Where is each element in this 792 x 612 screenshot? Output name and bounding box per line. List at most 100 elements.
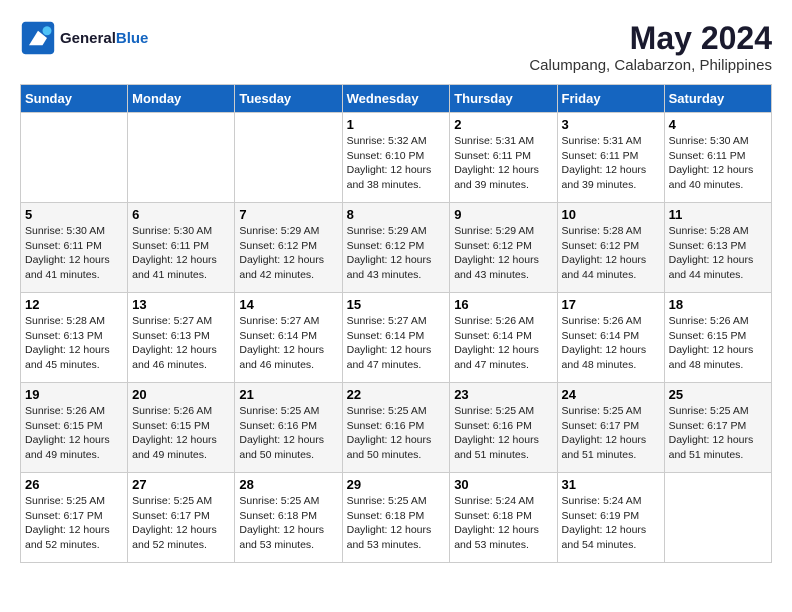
day-info: Sunrise: 5:31 AMSunset: 6:11 PMDaylight:… [562,134,660,193]
calendar-table: Sunday Monday Tuesday Wednesday Thursday… [20,84,772,563]
calendar-cell [21,113,128,203]
day-info: Sunrise: 5:24 AMSunset: 6:19 PMDaylight:… [562,494,660,553]
day-number: 13 [132,297,230,312]
day-number: 30 [454,477,552,492]
header-thursday: Thursday [450,85,557,113]
day-number: 21 [239,387,337,402]
calendar-cell: 31Sunrise: 5:24 AMSunset: 6:19 PMDayligh… [557,473,664,563]
logo-icon [20,20,56,56]
day-info: Sunrise: 5:26 AMSunset: 6:15 PMDaylight:… [25,404,123,463]
day-info: Sunrise: 5:25 AMSunset: 6:17 PMDaylight:… [562,404,660,463]
day-info: Sunrise: 5:24 AMSunset: 6:18 PMDaylight:… [454,494,552,553]
header-saturday: Saturday [664,85,771,113]
calendar-cell: 17 Sunrise: 5:26 AMSunset: 6:14 PMDayligh… [557,293,664,383]
day-number: 18 [669,297,767,312]
calendar-cell [128,113,235,203]
calendar-cell: 7 Sunrise: 5:29 AMSunset: 6:12 PMDaylight… [235,203,342,293]
day-number: 9 [454,207,552,222]
calendar-cell: 29 Sunrise: 5:25 AMSunset: 6:18 PMDayligh… [342,473,450,563]
calendar-cell: 8Sunrise: 5:29 AMSunset: 6:12 PMDaylight… [342,203,450,293]
calendar-cell: 1 Sunrise: 5:32 AMSunset: 6:10 PMDaylight… [342,113,450,203]
calendar-cell: 28Sunrise: 5:25 AMSunset: 6:18 PMDayligh… [235,473,342,563]
day-info: Sunrise: 5:30 AMSunset: 6:11 PMDaylight:… [132,224,230,283]
day-number: 10 [562,207,660,222]
day-number: 3 [562,117,660,132]
calendar-cell: 11 Sunrise: 5:28 AMSunset: 6:13 PMDayligh… [664,203,771,293]
day-info: Sunrise: 5:26 AMSunset: 6:15 PMDaylight:… [669,314,767,373]
day-info: Sunrise: 5:28 AMSunset: 6:13 PMDaylight:… [669,224,767,283]
day-number: 17 [562,297,660,312]
day-info: Sunrise: 5:31 AMSunset: 6:11 PMDaylight:… [454,134,552,193]
calendar-cell: 23Sunrise: 5:25 AMSunset: 6:16 PMDayligh… [450,383,557,473]
day-info: Sunrise: 5:26 AMSunset: 6:14 PMDaylight:… [454,314,552,373]
day-number: 19 [25,387,123,402]
day-info: Sunrise: 5:28 AMSunset: 6:13 PMDaylight:… [25,314,123,373]
day-info: Sunrise: 5:25 AMSunset: 6:17 PMDaylight:… [132,494,230,553]
header-tuesday: Tuesday [235,85,342,113]
day-info: Sunrise: 5:25 AMSunset: 6:16 PMDaylight:… [347,404,446,463]
calendar-week-4: 19 Sunrise: 5:26 AMSunset: 6:15 PMDayligh… [21,383,772,473]
day-info: Sunrise: 5:26 AMSunset: 6:15 PMDaylight:… [132,404,230,463]
day-number: 7 [239,207,337,222]
day-info: Sunrise: 5:25 AMSunset: 6:18 PMDaylight:… [239,494,337,553]
day-number: 16 [454,297,552,312]
day-info: Sunrise: 5:32 AMSunset: 6:10 PMDaylight:… [347,134,446,193]
day-info: Sunrise: 5:29 AMSunset: 6:12 PMDaylight:… [454,224,552,283]
day-number: 22 [347,387,446,402]
day-number: 11 [669,207,767,222]
calendar-cell [664,473,771,563]
calendar-cell [235,113,342,203]
calendar-cell: 12 Sunrise: 5:28 AMSunset: 6:13 PMDayligh… [21,293,128,383]
day-info: Sunrise: 5:25 AMSunset: 6:18 PMDaylight:… [347,494,446,553]
page-header: GeneralBlue May 2024 Calumpang, Calabarz… [20,20,772,74]
calendar-header: Sunday Monday Tuesday Wednesday Thursday… [21,85,772,113]
day-number: 4 [669,117,767,132]
calendar-cell: 6 Sunrise: 5:30 AMSunset: 6:11 PMDaylight… [128,203,235,293]
calendar-cell: 3 Sunrise: 5:31 AMSunset: 6:11 PMDaylight… [557,113,664,203]
calendar-week-2: 5 Sunrise: 5:30 AMSunset: 6:11 PMDaylight… [21,203,772,293]
day-number: 6 [132,207,230,222]
day-info: Sunrise: 5:26 AMSunset: 6:14 PMDaylight:… [562,314,660,373]
day-number: 20 [132,387,230,402]
header-wednesday: Wednesday [342,85,450,113]
day-info: Sunrise: 5:29 AMSunset: 6:12 PMDaylight:… [347,224,446,283]
title-section: May 2024 Calumpang, Calabarzon, Philippi… [529,20,772,74]
day-info: Sunrise: 5:25 AMSunset: 6:17 PMDaylight:… [25,494,123,553]
day-info: Sunrise: 5:27 AMSunset: 6:14 PMDaylight:… [239,314,337,373]
calendar-cell: 2 Sunrise: 5:31 AMSunset: 6:11 PMDaylight… [450,113,557,203]
day-info: Sunrise: 5:27 AMSunset: 6:14 PMDaylight:… [347,314,446,373]
calendar-cell: 27 Sunrise: 5:25 AMSunset: 6:17 PMDayligh… [128,473,235,563]
day-info: Sunrise: 5:30 AMSunset: 6:11 PMDaylight:… [669,134,767,193]
day-info: Sunrise: 5:25 AMSunset: 6:16 PMDaylight:… [239,404,337,463]
day-number: 2 [454,117,552,132]
calendar-cell: 24 Sunrise: 5:25 AMSunset: 6:17 PMDayligh… [557,383,664,473]
day-number: 29 [347,477,446,492]
header-row: Sunday Monday Tuesday Wednesday Thursday… [21,85,772,113]
calendar-cell: 4 Sunrise: 5:30 AMSunset: 6:11 PMDaylight… [664,113,771,203]
calendar-cell: 25Sunrise: 5:25 AMSunset: 6:17 PMDayligh… [664,383,771,473]
calendar-cell: 20 Sunrise: 5:26 AMSunset: 6:15 PMDayligh… [128,383,235,473]
day-number: 24 [562,387,660,402]
header-sunday: Sunday [21,85,128,113]
day-info: Sunrise: 5:25 AMSunset: 6:17 PMDaylight:… [669,404,767,463]
day-info: Sunrise: 5:27 AMSunset: 6:13 PMDaylight:… [132,314,230,373]
header-monday: Monday [128,85,235,113]
day-number: 5 [25,207,123,222]
calendar-cell: 14 Sunrise: 5:27 AMSunset: 6:14 PMDayligh… [235,293,342,383]
day-number: 1 [347,117,446,132]
calendar-cell: 9 Sunrise: 5:29 AMSunset: 6:12 PMDaylight… [450,203,557,293]
day-info: Sunrise: 5:29 AMSunset: 6:12 PMDaylight:… [239,224,337,283]
calendar-week-5: 26 Sunrise: 5:25 AMSunset: 6:17 PMDayligh… [21,473,772,563]
day-number: 14 [239,297,337,312]
logo: GeneralBlue [20,20,148,56]
calendar-cell: 26 Sunrise: 5:25 AMSunset: 6:17 PMDayligh… [21,473,128,563]
calendar-cell: 18 Sunrise: 5:26 AMSunset: 6:15 PMDayligh… [664,293,771,383]
day-info: Sunrise: 5:30 AMSunset: 6:11 PMDaylight:… [25,224,123,283]
day-number: 26 [25,477,123,492]
day-number: 12 [25,297,123,312]
month-year-title: May 2024 [529,20,772,57]
calendar-cell: 5 Sunrise: 5:30 AMSunset: 6:11 PMDaylight… [21,203,128,293]
day-number: 23 [454,387,552,402]
calendar-cell: 21 Sunrise: 5:25 AMSunset: 6:16 PMDayligh… [235,383,342,473]
day-number: 27 [132,477,230,492]
